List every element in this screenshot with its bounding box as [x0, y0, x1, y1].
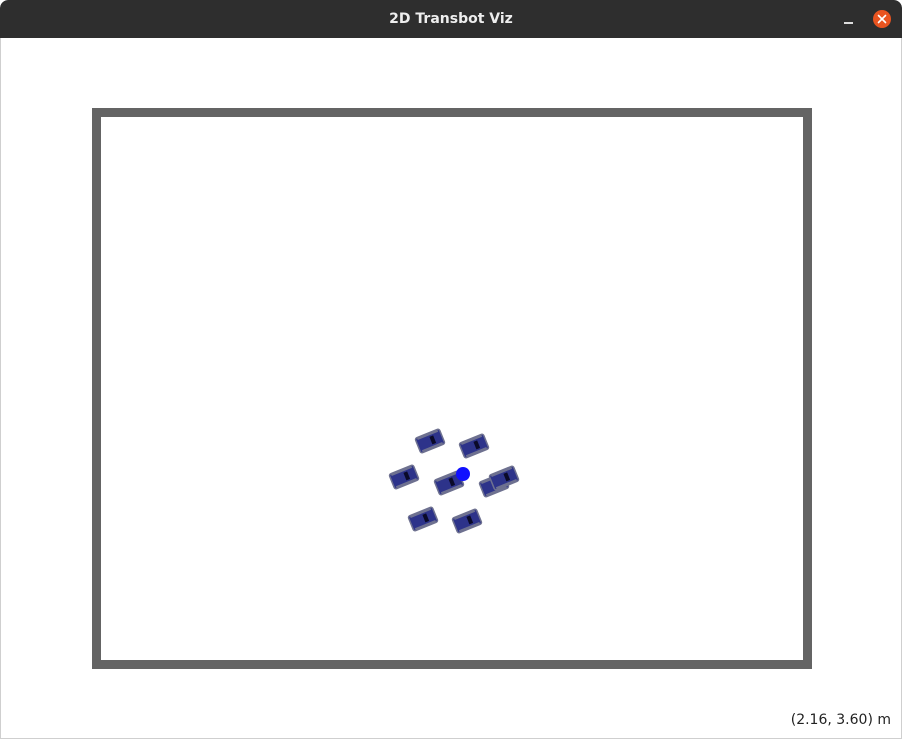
window-title: 2D Transbot Viz — [389, 11, 513, 27]
arena-wall — [92, 108, 812, 669]
robot-3 — [388, 464, 420, 490]
minimize-icon — [844, 22, 853, 24]
robot-7 — [451, 508, 483, 534]
minimize-button[interactable] — [838, 11, 860, 29]
target-marker — [456, 467, 470, 481]
title-bar[interactable]: 2D Transbot Viz — [0, 0, 902, 38]
close-button[interactable] — [873, 10, 891, 28]
robot-2 — [458, 433, 490, 459]
arena-view[interactable] — [1, 38, 901, 738]
robot-8 — [488, 465, 520, 491]
robot-swarm — [388, 428, 520, 534]
close-icon — [877, 14, 887, 24]
viz-canvas[interactable]: (2.16, 3.60) m — [0, 38, 902, 739]
cursor-coordinates: (2.16, 3.60) m — [790, 712, 891, 728]
robot-6 — [407, 506, 439, 532]
app-window: 2D Transbot Viz (2.16, 3.60) m — [0, 0, 902, 739]
robot-1 — [414, 428, 446, 454]
